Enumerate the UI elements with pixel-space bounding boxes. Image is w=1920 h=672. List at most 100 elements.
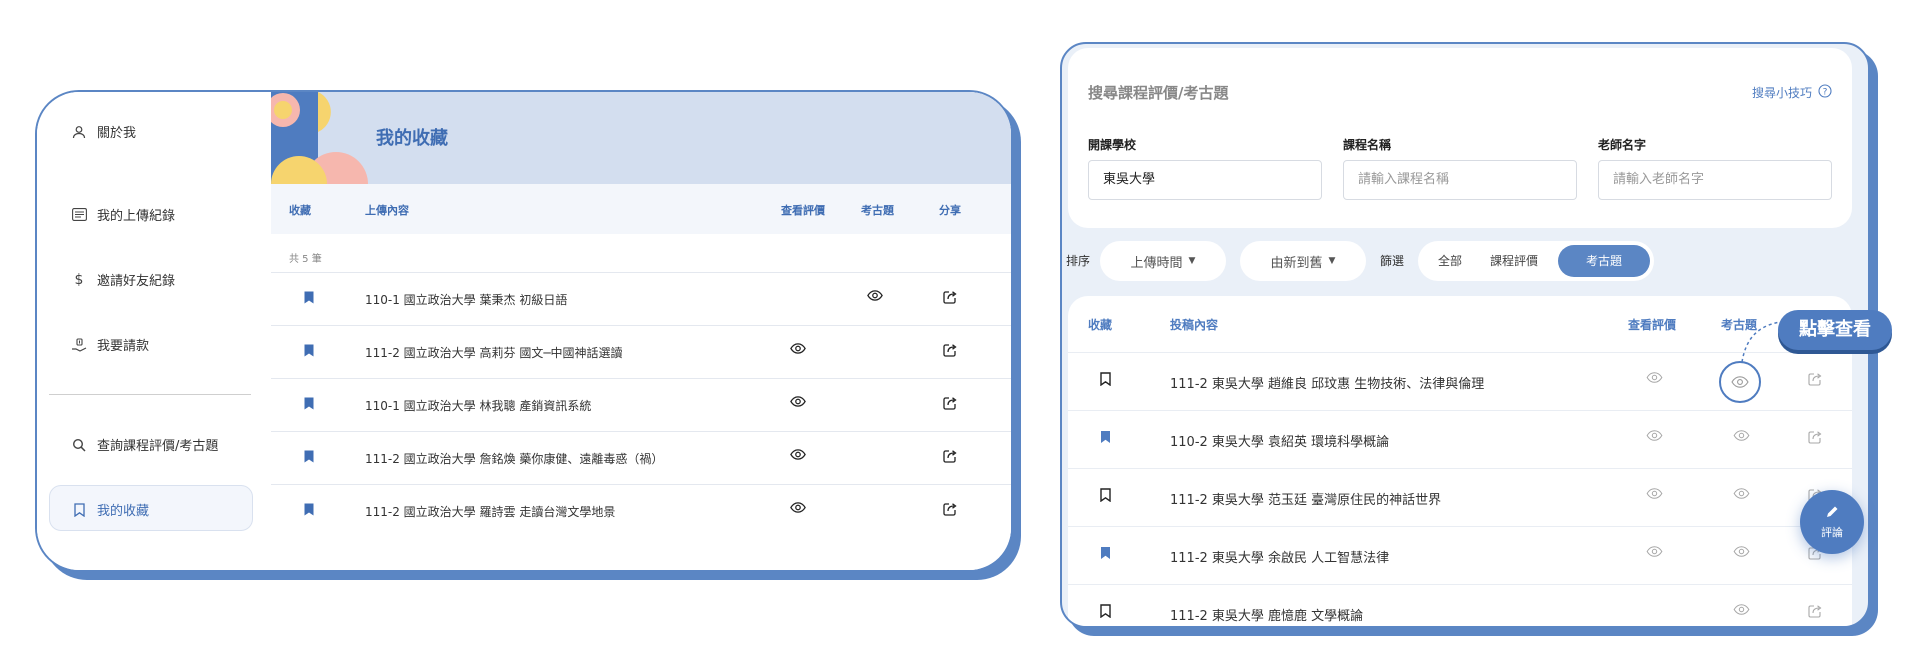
sidebar-item-search[interactable]: 查詢課程評價/考古題	[71, 435, 218, 454]
result-count: 共 5 筆	[289, 254, 322, 265]
share-icon[interactable]	[1808, 372, 1822, 390]
eye-icon[interactable]	[1646, 372, 1663, 387]
bookmark-icon	[71, 502, 87, 518]
row-title: 110-1 國立政治大學 葉秉杰 初級日語	[365, 293, 568, 307]
sort-value: 上傳時間	[1130, 255, 1183, 271]
search-icon	[71, 437, 87, 453]
sidebar-item-payout[interactable]: 我要請款	[71, 335, 149, 354]
share-icon[interactable]	[943, 449, 957, 466]
row-title: 111-2 國立政治大學 高莉芬 國文─中國神話選讀	[365, 346, 623, 360]
course-label: 課程名稱	[1343, 138, 1392, 152]
table-row: 110-1 國立政治大學 葉秉杰 初級日語	[271, 272, 1011, 324]
eye-icon[interactable]	[790, 396, 806, 410]
bookmark-filled-icon[interactable]	[304, 397, 314, 413]
column-header-bookmark: 收藏	[1088, 318, 1113, 332]
table-row: 111-2 國立政治大學 羅詩雲 走讀台灣文學地景	[271, 484, 1011, 536]
list-item: 111-2 東吳大學 范玉廷 臺灣原住民的神話世界	[1068, 468, 1852, 525]
caret-down-icon: ▼	[1328, 256, 1336, 266]
comment-fab-button[interactable]: 評論	[1800, 490, 1864, 554]
share-icon[interactable]	[1808, 430, 1822, 448]
bookmark-filled-icon[interactable]	[304, 450, 314, 466]
table-row: 111-2 國立政治大學 詹銘煥 藥你康健、遠離毒惑（禍）	[271, 431, 1011, 483]
row-title: 110-1 國立政治大學 林我聰 產銷資訊系統	[365, 399, 592, 413]
filter-label: 篩選	[1380, 254, 1405, 268]
share-icon[interactable]	[1808, 604, 1822, 622]
eye-icon[interactable]	[1646, 488, 1663, 503]
teacher-label: 老師名字	[1598, 138, 1647, 152]
column-header-content: 投稿內容	[1170, 318, 1219, 332]
filter-exam[interactable]: 考古題	[1558, 245, 1650, 277]
search-tips-label: 搜尋小技巧	[1751, 86, 1812, 100]
share-icon[interactable]	[943, 502, 957, 519]
order-value: 由新到舊	[1270, 255, 1323, 271]
eye-icon[interactable]	[790, 502, 806, 516]
sidebar-item-invites[interactable]: $ 邀請好友紀錄	[71, 270, 176, 290]
filter-all[interactable]: 全部	[1438, 252, 1462, 269]
favorites-window: 關於我 我的上傳紀錄 $ 邀請好友紀錄 我要請款 查詢課程評價/考古題 我的收藏…	[35, 90, 1013, 572]
table-row: 111-2 國立政治大學 高莉芬 國文─中國神話選讀	[271, 325, 1011, 377]
help-icon: ?	[1818, 84, 1832, 101]
table-header: 收藏 上傳內容 查看評價 考古題 分享	[271, 184, 1011, 234]
filter-review[interactable]: 課程評價	[1490, 252, 1538, 269]
column-header-review: 查看評價	[781, 204, 825, 217]
page-title: 我的收藏	[376, 128, 448, 149]
hand-money-icon	[71, 337, 87, 353]
bookmark-filled-icon[interactable]	[1100, 430, 1111, 448]
sidebar-divider	[49, 394, 251, 395]
sidebar-item-favorites[interactable]: 我的收藏	[71, 500, 149, 519]
click-to-view-callout: 點擊查看	[1778, 310, 1892, 350]
row-title: 111-2 東吳大學 鹿憶鹿 文學概論	[1170, 609, 1364, 624]
share-icon[interactable]	[943, 396, 957, 413]
bookmark-icon[interactable]	[1100, 488, 1111, 506]
decorative-shapes	[271, 92, 371, 184]
search-tips-link[interactable]: 搜尋小技巧 ?	[1752, 84, 1832, 101]
results-list: 收藏 投稿內容 查看評價 考古題 111-2 東吳大學 趙維良 邱玟惠 生物技術…	[1068, 296, 1852, 626]
bookmark-icon[interactable]	[1100, 604, 1111, 622]
bookmark-filled-icon[interactable]	[304, 503, 314, 519]
pencil-icon	[1825, 505, 1839, 522]
table-row: 110-1 國立政治大學 林我聰 產銷資訊系統	[271, 378, 1011, 430]
sort-dropdown[interactable]: 上傳時間 ▼	[1100, 241, 1226, 281]
column-header-exam: 考古題	[861, 204, 894, 217]
favorites-main: 我的收藏 收藏 上傳內容 查看評價 考古題 分享 共 5 筆 110-1 國立政…	[271, 92, 1011, 570]
row-title: 111-2 東吳大學 趙維良 邱玟惠 生物技術、法律與倫理	[1170, 377, 1485, 392]
sidebar-item-uploads[interactable]: 我的上傳紀錄	[71, 205, 175, 224]
caret-down-icon: ▼	[1188, 256, 1196, 266]
course-input[interactable]: 請輸入課程名稱	[1343, 160, 1577, 200]
list-item: 110-2 東吳大學 袁紹英 環境科學概論	[1068, 410, 1852, 467]
click-highlight-circle[interactable]	[1719, 361, 1761, 403]
eye-icon[interactable]	[1646, 546, 1663, 561]
sidebar-item-label: 我要請款	[97, 339, 150, 354]
callout-connector	[1741, 321, 1781, 363]
school-input[interactable]: 東吳大學	[1088, 160, 1322, 200]
dollar-icon: $	[74, 271, 84, 288]
eye-icon[interactable]	[1733, 604, 1750, 619]
eye-icon[interactable]	[867, 290, 883, 304]
bookmark-filled-icon[interactable]	[304, 344, 314, 360]
bookmark-filled-icon[interactable]	[304, 291, 314, 307]
order-dropdown[interactable]: 由新到舊 ▼	[1240, 241, 1366, 281]
sidebar: 關於我 我的上傳紀錄 $ 邀請好友紀錄 我要請款 查詢課程評價/考古題 我的收藏	[37, 92, 271, 570]
sidebar-item-label: 我的收藏	[97, 504, 150, 519]
eye-icon[interactable]	[790, 343, 806, 357]
filter-segmented-control: 全部 課程評價 考古題	[1418, 241, 1654, 281]
eye-icon[interactable]	[790, 449, 806, 463]
bookmark-filled-icon[interactable]	[1100, 546, 1111, 564]
favorites-header: 我的收藏	[271, 92, 1011, 184]
fab-label: 評論	[1821, 525, 1843, 539]
row-title: 111-2 國立政治大學 詹銘煥 藥你康健、遠離毒惑（禍）	[365, 452, 664, 466]
svg-text:?: ?	[1823, 87, 1828, 97]
share-icon[interactable]	[943, 290, 957, 307]
eye-icon[interactable]	[1733, 430, 1750, 445]
share-icon[interactable]	[943, 343, 957, 360]
sidebar-item-about[interactable]: 關於我	[71, 122, 136, 141]
teacher-input[interactable]: 請輸入老師名字	[1598, 160, 1832, 200]
search-panel: 搜尋課程評價/考古題 搜尋小技巧 ? 開課學校 課程名稱 老師名字 東吳大學 請…	[1068, 48, 1852, 228]
eye-icon[interactable]	[1646, 430, 1663, 445]
eye-icon[interactable]	[1733, 488, 1750, 503]
sidebar-item-label: 邀請好友紀錄	[97, 274, 176, 289]
bookmark-icon[interactable]	[1100, 372, 1111, 390]
list-icon	[71, 207, 87, 223]
sort-label: 排序	[1066, 254, 1091, 268]
eye-icon[interactable]	[1733, 546, 1750, 561]
